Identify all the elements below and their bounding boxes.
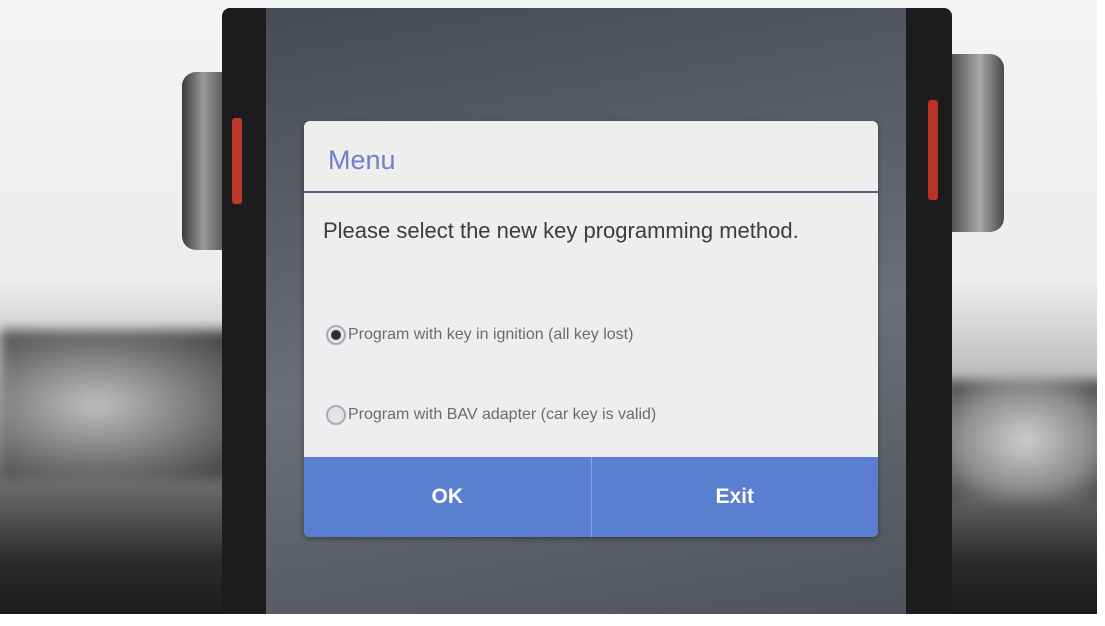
- image-right-border: [1097, 0, 1105, 626]
- radio-selected-icon[interactable]: [326, 325, 346, 345]
- option-label: Program with BAV adapter (car key is val…: [348, 406, 657, 423]
- radio-unselected-icon[interactable]: [326, 405, 346, 425]
- dialog-button-bar: OK Exit: [304, 457, 878, 537]
- option-label: Program with key in ignition (all key lo…: [348, 326, 634, 343]
- menu-dialog: Menu Please select the new key programmi…: [304, 121, 878, 537]
- dialog-message: Please select the new key programming me…: [323, 218, 799, 243]
- background-blur-right: [945, 380, 1105, 500]
- image-bottom-border: [0, 614, 1105, 626]
- radio-dot: [331, 330, 341, 340]
- background-blur-left: [0, 330, 240, 480]
- photo-scene: Menu Please select the new key programmi…: [0, 0, 1105, 626]
- option-key-in-ignition[interactable]: Program with key in ignition (all key lo…: [326, 322, 633, 348]
- dialog-title: Menu: [328, 145, 396, 175]
- dialog-title-divider: [304, 191, 878, 193]
- option-bav-adapter[interactable]: Program with BAV adapter (car key is val…: [326, 402, 656, 428]
- ok-button[interactable]: OK: [304, 457, 591, 537]
- exit-button[interactable]: Exit: [592, 457, 879, 537]
- phone-holder-left-grip: [232, 118, 242, 204]
- phone-holder-right-grip: [928, 100, 938, 200]
